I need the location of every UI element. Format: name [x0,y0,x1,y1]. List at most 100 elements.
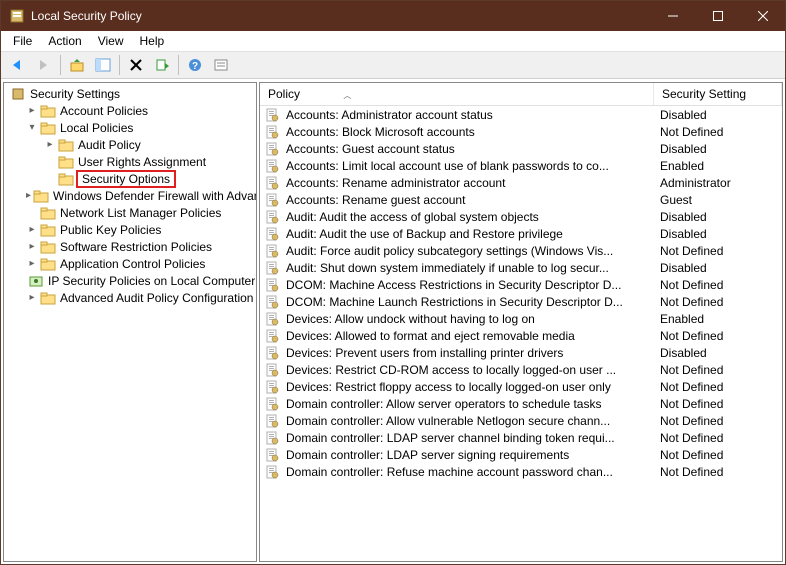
tree-item-label: Windows Defender Firewall with Advanced … [51,189,257,203]
tree-item-label: Software Restriction Policies [58,240,214,254]
policy-row[interactable]: Domain controller: Refuse machine accoun… [260,463,782,480]
folder-icon [33,188,49,204]
policy-row[interactable]: Audit: Shut down system immediately if u… [260,259,782,276]
policy-setting: Not Defined [654,329,782,343]
maximize-button[interactable] [695,1,740,31]
policy-row[interactable]: Domain controller: LDAP server signing r… [260,446,782,463]
tree-item[interactable]: Security Options [4,170,256,187]
tree-toggle-icon[interactable]: ▸ [26,241,38,252]
policy-row[interactable]: Devices: Allowed to format and eject rem… [260,327,782,344]
tree-item[interactable]: ▸Account Policies [4,102,256,119]
tree-item[interactable]: ▸Public Key Policies [4,221,256,238]
policy-row[interactable]: Devices: Restrict CD-ROM access to local… [260,361,782,378]
folder-icon [58,171,74,187]
policy-name: Audit: Shut down system immediately if u… [280,261,654,275]
policy-setting: Not Defined [654,363,782,377]
menu-view[interactable]: View [90,32,132,50]
content-area: Security Settings ▸Account Policies▾Loca… [1,79,785,564]
back-button[interactable] [6,53,30,77]
tree-toggle-icon[interactable]: ▸ [26,105,38,116]
list-header: Policy ︿ Security Setting [260,83,782,106]
properties-button[interactable] [209,53,233,77]
tree-toggle-icon[interactable]: ▸ [26,292,38,303]
help-button[interactable]: ? [183,53,207,77]
policy-row[interactable]: Audit: Audit the use of Backup and Resto… [260,225,782,242]
policy-icon [264,345,280,361]
policy-row[interactable]: Accounts: Rename administrator accountAd… [260,174,782,191]
policy-setting: Not Defined [654,295,782,309]
policy-setting: Not Defined [654,125,782,139]
export-button[interactable] [150,53,174,77]
policy-row[interactable]: Domain controller: Allow server operator… [260,395,782,412]
tree-item[interactable]: User Rights Assignment [4,153,256,170]
tree-item[interactable]: ▸ Software Restriction Policies [4,238,256,255]
policy-icon [264,430,280,446]
toolbar-separator [60,55,61,75]
policy-icon [264,328,280,344]
policy-icon [264,175,280,191]
menu-action[interactable]: Action [40,32,89,50]
tree-item-label: Network List Manager Policies [58,206,223,220]
show-hide-tree-button[interactable] [91,53,115,77]
policy-setting: Not Defined [654,448,782,462]
policy-row[interactable]: Audit: Force audit policy subcategory se… [260,242,782,259]
policy-icon [264,192,280,208]
policy-icon [264,260,280,276]
tree-toggle-icon[interactable]: ▸ [26,224,38,235]
list-pane[interactable]: Policy ︿ Security Setting Accounts: Admi… [259,82,783,562]
tree-item[interactable]: ▸Application Control Policies [4,255,256,272]
policy-row[interactable]: Devices: Restrict floppy access to local… [260,378,782,395]
minimize-button[interactable] [650,1,695,31]
tree-toggle-icon[interactable]: ▸ [26,190,31,201]
policy-icon [264,362,280,378]
policy-row[interactable]: DCOM: Machine Access Restrictions in Sec… [260,276,782,293]
tree-item-label: IP Security Policies on Local Computer [46,274,257,288]
tree-item[interactable]: IP Security Policies on Local Computer [4,272,256,289]
tree-toggle-icon[interactable]: ▸ [26,258,38,269]
policy-row[interactable]: DCOM: Machine Launch Restrictions in Sec… [260,293,782,310]
menu-file[interactable]: File [5,32,40,50]
policy-name: Devices: Prevent users from installing p… [280,346,654,360]
tree-root[interactable]: Security Settings [4,85,256,102]
tree-toggle-icon[interactable]: ▾ [26,122,38,133]
forward-button[interactable] [32,53,56,77]
up-folder-button[interactable] [65,53,89,77]
policy-setting: Disabled [654,142,782,156]
policy-row[interactable]: Audit: Audit the access of global system… [260,208,782,225]
menu-help[interactable]: Help [132,32,173,50]
policy-row[interactable]: Accounts: Guest account statusDisabled [260,140,782,157]
tree-item[interactable]: ▸ Windows Defender Firewall with Advanced… [4,187,256,204]
policy-setting: Administrator [654,176,782,190]
policy-name: Devices: Allowed to format and eject rem… [280,329,654,343]
tree-pane[interactable]: Security Settings ▸Account Policies▾Loca… [3,82,257,562]
policy-name: Devices: Restrict CD-ROM access to local… [280,363,654,377]
column-header-policy[interactable]: Policy ︿ [260,83,654,105]
toolbar: ? [1,51,785,79]
policy-icon [264,396,280,412]
policy-row[interactable]: Domain controller: LDAP server channel b… [260,429,782,446]
tree-item[interactable]: ▸Advanced Audit Policy Configuration [4,289,256,306]
policy-name: DCOM: Machine Access Restrictions in Sec… [280,278,654,292]
policy-name: Devices: Restrict floppy access to local… [280,380,654,394]
toolbar-separator [178,55,179,75]
policy-row[interactable]: Accounts: Rename guest accountGuest [260,191,782,208]
policy-row[interactable]: Devices: Prevent users from installing p… [260,344,782,361]
tree-item[interactable]: Network List Manager Policies [4,204,256,221]
policy-name: Accounts: Rename administrator account [280,176,654,190]
policy-row[interactable]: Accounts: Block Microsoft accountsNot De… [260,123,782,140]
tree-toggle-icon[interactable]: ▸ [44,139,56,150]
close-button[interactable] [740,1,785,31]
column-header-setting[interactable]: Security Setting [654,83,782,105]
column-header-policy-label: Policy [268,87,300,101]
security-settings-icon [10,86,26,102]
policy-row[interactable]: Domain controller: Allow vulnerable Netl… [260,412,782,429]
policy-row[interactable]: Devices: Allow undock without having to … [260,310,782,327]
policy-row[interactable]: Accounts: Administrator account statusDi… [260,106,782,123]
folder-icon [40,239,56,255]
delete-button[interactable] [124,53,148,77]
policy-name: Domain controller: Allow server operator… [280,397,654,411]
tree-item[interactable]: ▸Audit Policy [4,136,256,153]
policy-row[interactable]: Accounts: Limit local account use of bla… [260,157,782,174]
policy-setting: Guest [654,193,782,207]
tree-item[interactable]: ▾Local Policies [4,119,256,136]
